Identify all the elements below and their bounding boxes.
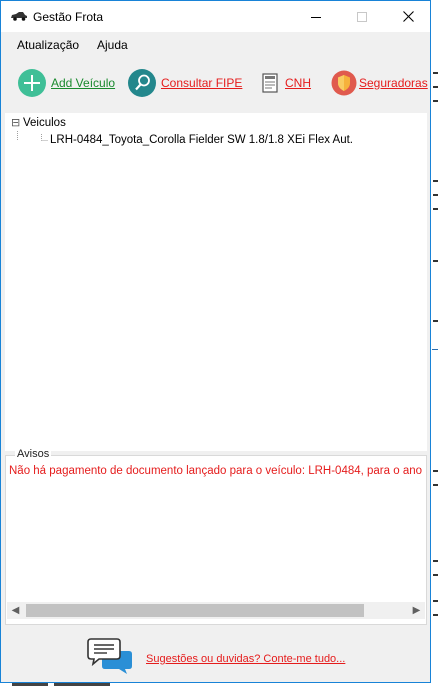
add-vehicle-label: Add Veículo <box>51 76 116 90</box>
add-vehicle-button[interactable]: Add Veículo <box>17 68 115 98</box>
horizontal-scrollbar[interactable]: ◀ ▶ <box>7 602 425 619</box>
feedback-link[interactable]: Sugestões ou duvidas? Conte-me tudo... <box>146 653 345 665</box>
consult-fipe-button[interactable]: Consultar FIPE <box>127 68 242 98</box>
window-title: Gestão Frota <box>33 10 104 24</box>
maximize-button[interactable] <box>339 1 385 32</box>
tree-connector-lines <box>17 131 48 141</box>
menu-ajuda[interactable]: Ajuda <box>97 38 128 52</box>
avisos-message: Não há pagamento de documento lançado pa… <box>9 465 424 477</box>
toolbar: Add Veículo Consultar FIPE CNH Segurador… <box>1 58 430 110</box>
menu-atualizacao[interactable]: Atualização <box>17 38 79 52</box>
consult-fipe-label: Consultar FIPE <box>161 76 243 90</box>
plus-circle-icon <box>17 68 47 98</box>
vehicle-tree[interactable]: ⊟ Veiculos LRH-0484_Toyota_Corolla Field… <box>5 113 427 451</box>
car-icon <box>11 12 27 21</box>
insurers-button[interactable]: Seguradoras <box>329 68 428 98</box>
shield-icon <box>329 68 359 98</box>
footer: Sugestões ou duvidas? Conte-me tudo... <box>1 631 430 681</box>
close-button[interactable] <box>385 1 431 32</box>
avisos-legend: Avisos <box>15 448 52 460</box>
insurers-label: Seguradoras <box>359 76 428 90</box>
menu-bar: Atualização Ajuda <box>1 32 430 58</box>
magnifier-icon <box>127 68 157 98</box>
license-card-icon <box>255 68 285 98</box>
chat-bubbles-icon[interactable] <box>87 637 133 675</box>
scroll-right-icon[interactable]: ▶ <box>408 602 425 619</box>
minimize-icon <box>311 16 321 18</box>
background-window-edge <box>431 0 438 688</box>
cnh-label: CNH <box>285 76 311 90</box>
minimize-button[interactable] <box>293 1 339 32</box>
close-icon <box>402 11 414 22</box>
avisos-group: Avisos Não há pagamento de documento lan… <box>5 448 427 625</box>
scroll-thumb[interactable] <box>26 604 364 617</box>
tree-vehicle-item[interactable]: LRH-0484_Toyota_Corolla Fielder SW 1.8/1… <box>50 134 353 146</box>
maximize-icon <box>357 11 367 22</box>
title-bar[interactable]: Gestão Frota <box>1 1 430 32</box>
cnh-button[interactable]: CNH <box>255 68 311 98</box>
scroll-left-icon[interactable]: ◀ <box>7 602 24 619</box>
main-window: Gestão Frota Atualização Ajuda Add Veícu… <box>0 0 431 683</box>
